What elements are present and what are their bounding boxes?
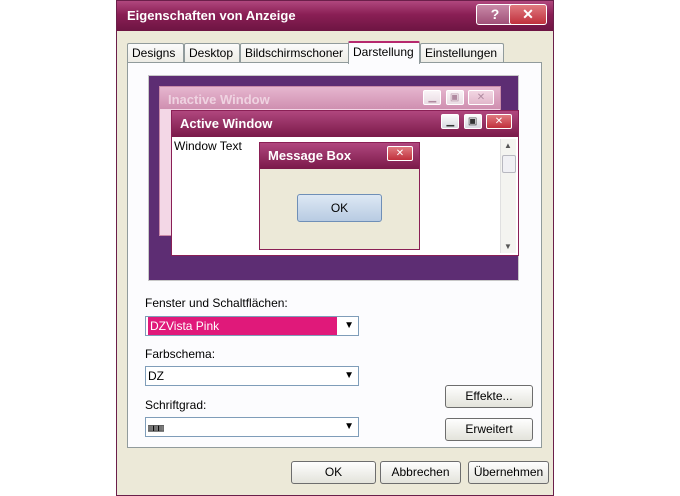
scroll-up-icon: ▲ <box>504 141 512 150</box>
close-icon: ✕ <box>486 114 512 129</box>
color-scheme-label: Farbschema: <box>145 347 216 361</box>
dialog-title: Eigenschaften von Anzeige <box>127 8 296 23</box>
chevron-down-icon: ▼ <box>344 320 354 331</box>
title-bar[interactable]: Eigenschaften von Anzeige ? ✕ <box>117 1 553 31</box>
message-box-ok-button: OK <box>297 194 382 222</box>
maximize-icon: ▣ <box>463 114 482 129</box>
message-box-controls: ✕ <box>386 146 413 161</box>
message-box-preview: Message Box ✕ OK <box>259 142 420 250</box>
minimize-icon: ▁ <box>441 114 460 129</box>
tab-appearance[interactable]: Darstellung <box>348 41 420 64</box>
close-icon: ✕ <box>468 90 494 105</box>
effects-button[interactable]: Effekte... <box>445 385 533 408</box>
display-properties-dialog: Eigenschaften von Anzeige ? ✕ Designs De… <box>116 0 554 496</box>
tab-screensaver[interactable]: Bildschirmschoner <box>240 43 357 63</box>
scroll-thumb <box>502 155 516 173</box>
inactive-window-controls: ▁ ▣ ✕ <box>422 90 494 105</box>
font-size-select[interactable]: ▥▥▥ ▼ <box>145 417 359 437</box>
font-size-label: Schriftgrad: <box>145 398 207 412</box>
cancel-button[interactable]: Abbrechen <box>380 461 461 484</box>
close-button[interactable]: ✕ <box>509 4 547 25</box>
minimize-icon: ▁ <box>423 90 442 105</box>
appearance-preview: Inactive Window ▁ ▣ ✕ Active Window ▁ ▣ … <box>148 75 519 281</box>
tab-designs[interactable]: Designs <box>127 43 184 63</box>
window-text-sample: Window Text <box>174 139 242 153</box>
color-scheme-value: DZ <box>148 369 164 383</box>
appearance-panel: Inactive Window ▁ ▣ ✕ Active Window ▁ ▣ … <box>127 62 542 448</box>
preview-scrollbar: ▲ ▼ <box>500 139 516 253</box>
tab-settings[interactable]: Einstellungen <box>420 43 504 63</box>
chevron-down-icon: ▼ <box>344 421 354 432</box>
windows-buttons-value: DZVista Pink <box>148 317 337 335</box>
active-window-controls: ▁ ▣ ✕ <box>440 114 512 129</box>
ok-button[interactable]: OK <box>291 461 376 484</box>
color-scheme-select[interactable]: DZ ▼ <box>145 366 359 386</box>
maximize-icon: ▣ <box>445 90 464 105</box>
apply-button[interactable]: Übernehmen <box>468 461 549 484</box>
scroll-down-icon: ▼ <box>504 242 512 251</box>
font-size-value: ▥▥▥ <box>148 423 164 434</box>
advanced-button[interactable]: Erweitert <box>445 418 533 441</box>
windows-buttons-select[interactable]: DZVista Pink ▼ <box>145 316 359 336</box>
windows-buttons-label: Fenster und Schaltflächen: <box>145 296 288 310</box>
tab-desktop[interactable]: Desktop <box>184 43 240 63</box>
close-icon: ✕ <box>387 146 413 161</box>
chevron-down-icon: ▼ <box>344 370 354 381</box>
